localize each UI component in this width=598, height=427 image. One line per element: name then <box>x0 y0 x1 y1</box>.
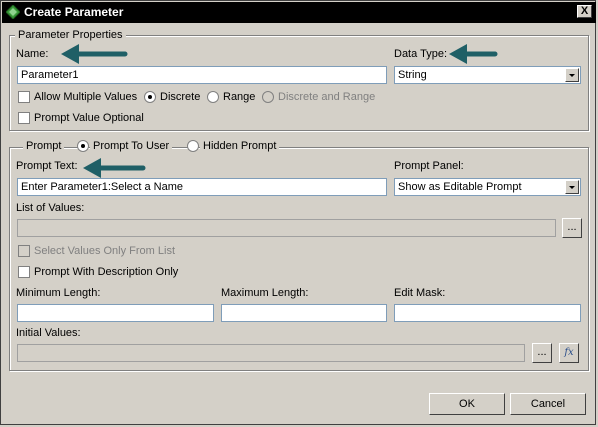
discrete-and-range-label: Discrete and Range <box>278 91 376 103</box>
prompt-panel-value: Show as Editable Prompt <box>398 181 522 193</box>
range-radio[interactable] <box>207 91 219 103</box>
prompt-optional-label: Prompt Value Optional <box>34 112 144 124</box>
edit-mask-field[interactable] <box>394 304 581 322</box>
select-only-checkbox[interactable] <box>18 245 30 257</box>
data-type-value: String <box>398 69 427 81</box>
allow-multiple-label: Allow Multiple Values <box>34 91 138 103</box>
list-of-values-field[interactable] <box>17 219 556 237</box>
prompt-optional-checkbox[interactable] <box>18 112 30 124</box>
prompt-legend: Prompt <box>23 140 65 152</box>
prompt-panel-label: Prompt Panel: <box>394 160 464 172</box>
with-description-checkbox[interactable] <box>18 266 30 278</box>
with-description-label: Prompt With Description Only <box>34 266 179 278</box>
prompt-text-label: Prompt Text: <box>16 160 78 172</box>
discrete-and-range-radio[interactable] <box>262 91 274 103</box>
hidden-prompt-radio[interactable] <box>187 140 199 152</box>
annotation-arrow-icon <box>61 44 128 64</box>
discrete-radio[interactable] <box>144 91 156 103</box>
edit-mask-label: Edit Mask: <box>394 287 446 299</box>
min-length-field[interactable] <box>17 304 214 322</box>
annotation-arrow-icon <box>449 44 498 64</box>
prompt-panel-select[interactable]: Show as Editable Prompt <box>394 178 581 196</box>
list-of-values-label: List of Values: <box>16 202 85 214</box>
chevron-down-icon[interactable] <box>565 68 579 82</box>
prompt-to-user-label: Prompt To User <box>90 140 173 152</box>
parameter-properties-legend: Parameter Properties <box>15 29 126 41</box>
hidden-prompt-label: Hidden Prompt <box>200 140 280 152</box>
window-title: Create Parameter <box>24 5 124 19</box>
list-of-values-browse-button[interactable]: ... <box>562 218 582 238</box>
discrete-label: Discrete <box>160 91 201 103</box>
range-label: Range <box>223 91 256 103</box>
initial-values-label: Initial Values: <box>16 327 81 339</box>
prompt-text-field[interactable]: Enter Parameter1:Select a Name <box>17 178 387 196</box>
annotation-arrow-icon <box>83 158 146 178</box>
name-field[interactable]: Parameter1 <box>17 66 387 84</box>
allow-multiple-checkbox[interactable] <box>18 91 30 103</box>
min-length-label: Minimum Length: <box>16 287 101 299</box>
initial-values-field[interactable] <box>17 344 525 362</box>
select-only-label: Select Values Only From List <box>34 245 176 257</box>
initial-values-browse-button[interactable]: ... <box>532 343 552 363</box>
prompt-to-user-radio[interactable] <box>77 140 89 152</box>
create-parameter-dialog: Create Parameter X Parameter Properties … <box>0 0 596 425</box>
chevron-down-icon[interactable] <box>565 180 579 194</box>
fx-icon: fx <box>564 347 574 358</box>
name-label: Name: <box>16 48 49 60</box>
formula-button[interactable]: fx <box>559 343 579 363</box>
max-length-field[interactable] <box>221 304 387 322</box>
cancel-button[interactable]: Cancel <box>510 393 586 415</box>
data-type-select[interactable]: String <box>394 66 581 84</box>
close-button[interactable]: X <box>577 5 592 18</box>
title-bar[interactable]: Create Parameter X <box>2 2 596 23</box>
diamond-icon <box>6 5 20 19</box>
data-type-label: Data Type: <box>394 48 447 60</box>
ok-button[interactable]: OK <box>429 393 505 415</box>
max-length-label: Maximum Length: <box>221 287 309 299</box>
